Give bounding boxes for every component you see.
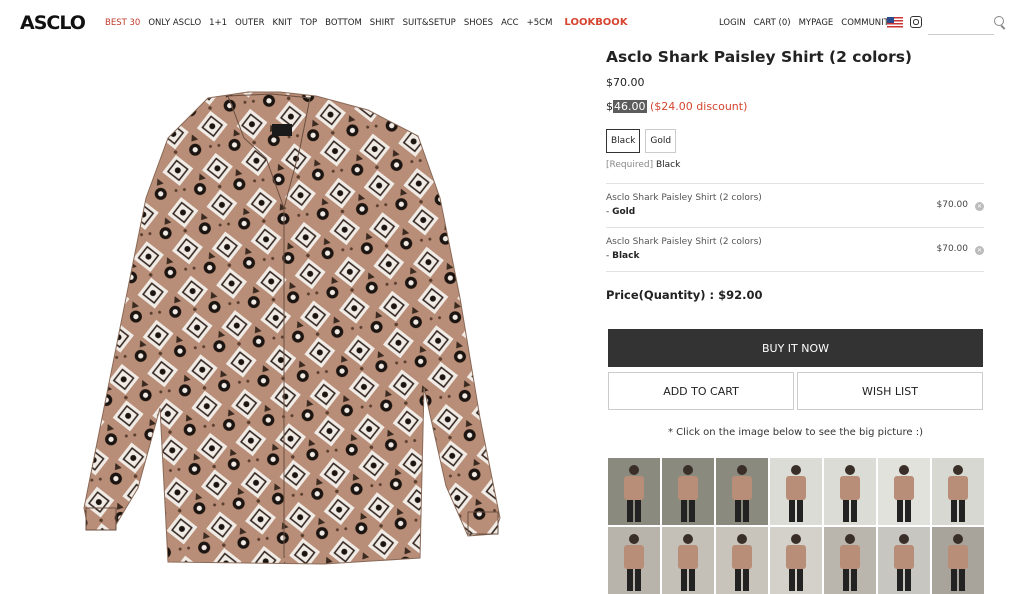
required-value: Black xyxy=(655,160,681,170)
nav-item-knit[interactable]: KNIT xyxy=(272,18,292,28)
thumbnail-image[interactable] xyxy=(608,458,660,525)
sale-amount: 46.00 xyxy=(613,100,647,113)
thumbnail-image[interactable] xyxy=(878,458,930,525)
product-info: Asclo Shark Paisley Shirt (2 colors) $70… xyxy=(606,48,984,170)
search-input[interactable] xyxy=(928,12,994,35)
color-options: Black Gold xyxy=(606,129,984,153)
image-click-note: * Click on the image below to see the bi… xyxy=(667,427,924,438)
thumbnail-grid xyxy=(608,458,984,594)
thumbnail-image[interactable] xyxy=(608,527,660,594)
thumbnail-image[interactable] xyxy=(824,527,876,594)
nav-item-shirt[interactable]: SHIRT xyxy=(370,18,395,28)
selected-options-list: Asclo Shark Paisley Shirt (2 colors) - G… xyxy=(606,183,984,272)
nav-item-5cm[interactable]: +5CM xyxy=(527,18,553,28)
option-gold[interactable]: Gold xyxy=(645,129,677,153)
nav-item-outer[interactable]: OUTER xyxy=(235,18,264,28)
sale-price: $46.00 ($24.00 discount) xyxy=(606,100,984,113)
nav-item-1plus1[interactable]: 1+1 xyxy=(209,18,227,28)
nav-item-top[interactable]: TOP xyxy=(300,18,317,28)
nav-item-shoes[interactable]: SHOES xyxy=(464,18,493,28)
nav-item-only-asclo[interactable]: ONLY ASCLO xyxy=(148,18,201,28)
thumbnail-image[interactable] xyxy=(716,527,768,594)
selected-item-color: - Gold xyxy=(606,207,635,217)
thumbnail-image[interactable] xyxy=(662,527,714,594)
wish-list-button[interactable]: WISH LIST xyxy=(797,372,983,410)
site-logo[interactable]: ASCLO xyxy=(20,12,86,34)
option-black[interactable]: Black xyxy=(606,129,641,153)
thumbnail-image[interactable] xyxy=(662,458,714,525)
remove-icon[interactable]: ✕ xyxy=(975,202,984,211)
add-to-cart-button[interactable]: ADD TO CART xyxy=(608,372,794,410)
total-label: Price(Quantity) : xyxy=(606,288,719,302)
thumbnail-image[interactable] xyxy=(932,527,984,594)
nav-item-lookbook[interactable]: LOOKBOOK xyxy=(564,17,627,28)
thumbnail-image[interactable] xyxy=(770,527,822,594)
remove-icon[interactable]: ✕ xyxy=(975,246,984,255)
instagram-icon[interactable] xyxy=(910,16,922,28)
original-price: $70.00 xyxy=(606,76,645,89)
selected-item-price: $70.00 xyxy=(936,244,969,254)
discount-text: ($24.00 discount) xyxy=(650,100,748,113)
nav-item-suit-setup[interactable]: SUIT&SETUP xyxy=(403,18,456,28)
total-price: Price(Quantity) : $92.00 xyxy=(606,288,763,302)
selected-item: Asclo Shark Paisley Shirt (2 colors) - G… xyxy=(606,184,984,228)
mypage-link[interactable]: MYPAGE xyxy=(799,18,834,28)
product-title: Asclo Shark Paisley Shirt (2 colors) xyxy=(606,48,913,66)
search-icon[interactable] xyxy=(994,16,1004,26)
total-value: $92.00 xyxy=(718,288,763,302)
thumbnail-image[interactable] xyxy=(878,527,930,594)
selected-item-color-value: Black xyxy=(612,251,640,261)
selected-item-price: $70.00 xyxy=(936,200,969,210)
required-tag: [Required] xyxy=(606,160,654,170)
utility-nav: LOGIN CART (0) MYPAGE COMMUNITY xyxy=(719,18,894,28)
thumbnail-image[interactable] xyxy=(716,458,768,525)
required-label: [Required] Black xyxy=(606,160,984,170)
product-main-image[interactable] xyxy=(48,88,512,568)
selected-item-name: Asclo Shark Paisley Shirt (2 colors) xyxy=(606,193,762,203)
selected-item-color-value: Gold xyxy=(612,207,636,217)
thumbnail-image[interactable] xyxy=(932,458,984,525)
thumbnail-image[interactable] xyxy=(770,458,822,525)
selected-item-color: - Black xyxy=(606,251,639,261)
thumbnail-image[interactable] xyxy=(824,458,876,525)
login-link[interactable]: LOGIN xyxy=(719,18,746,28)
selected-item: Asclo Shark Paisley Shirt (2 colors) - B… xyxy=(606,228,984,272)
nav-item-best30[interactable]: BEST 30 xyxy=(105,18,140,28)
sale-currency: $ xyxy=(606,100,613,113)
cart-link[interactable]: CART (0) xyxy=(754,18,791,28)
nav-item-acc[interactable]: ACC xyxy=(501,18,519,28)
nav-item-bottom[interactable]: BOTTOM xyxy=(325,18,362,28)
main-nav: BEST 30 ONLY ASCLO 1+1 OUTER KNIT TOP BO… xyxy=(105,17,628,28)
us-flag-icon[interactable] xyxy=(887,17,903,28)
buy-now-button[interactable]: BUY IT NOW xyxy=(608,329,983,367)
selected-item-name: Asclo Shark Paisley Shirt (2 colors) xyxy=(606,237,762,247)
